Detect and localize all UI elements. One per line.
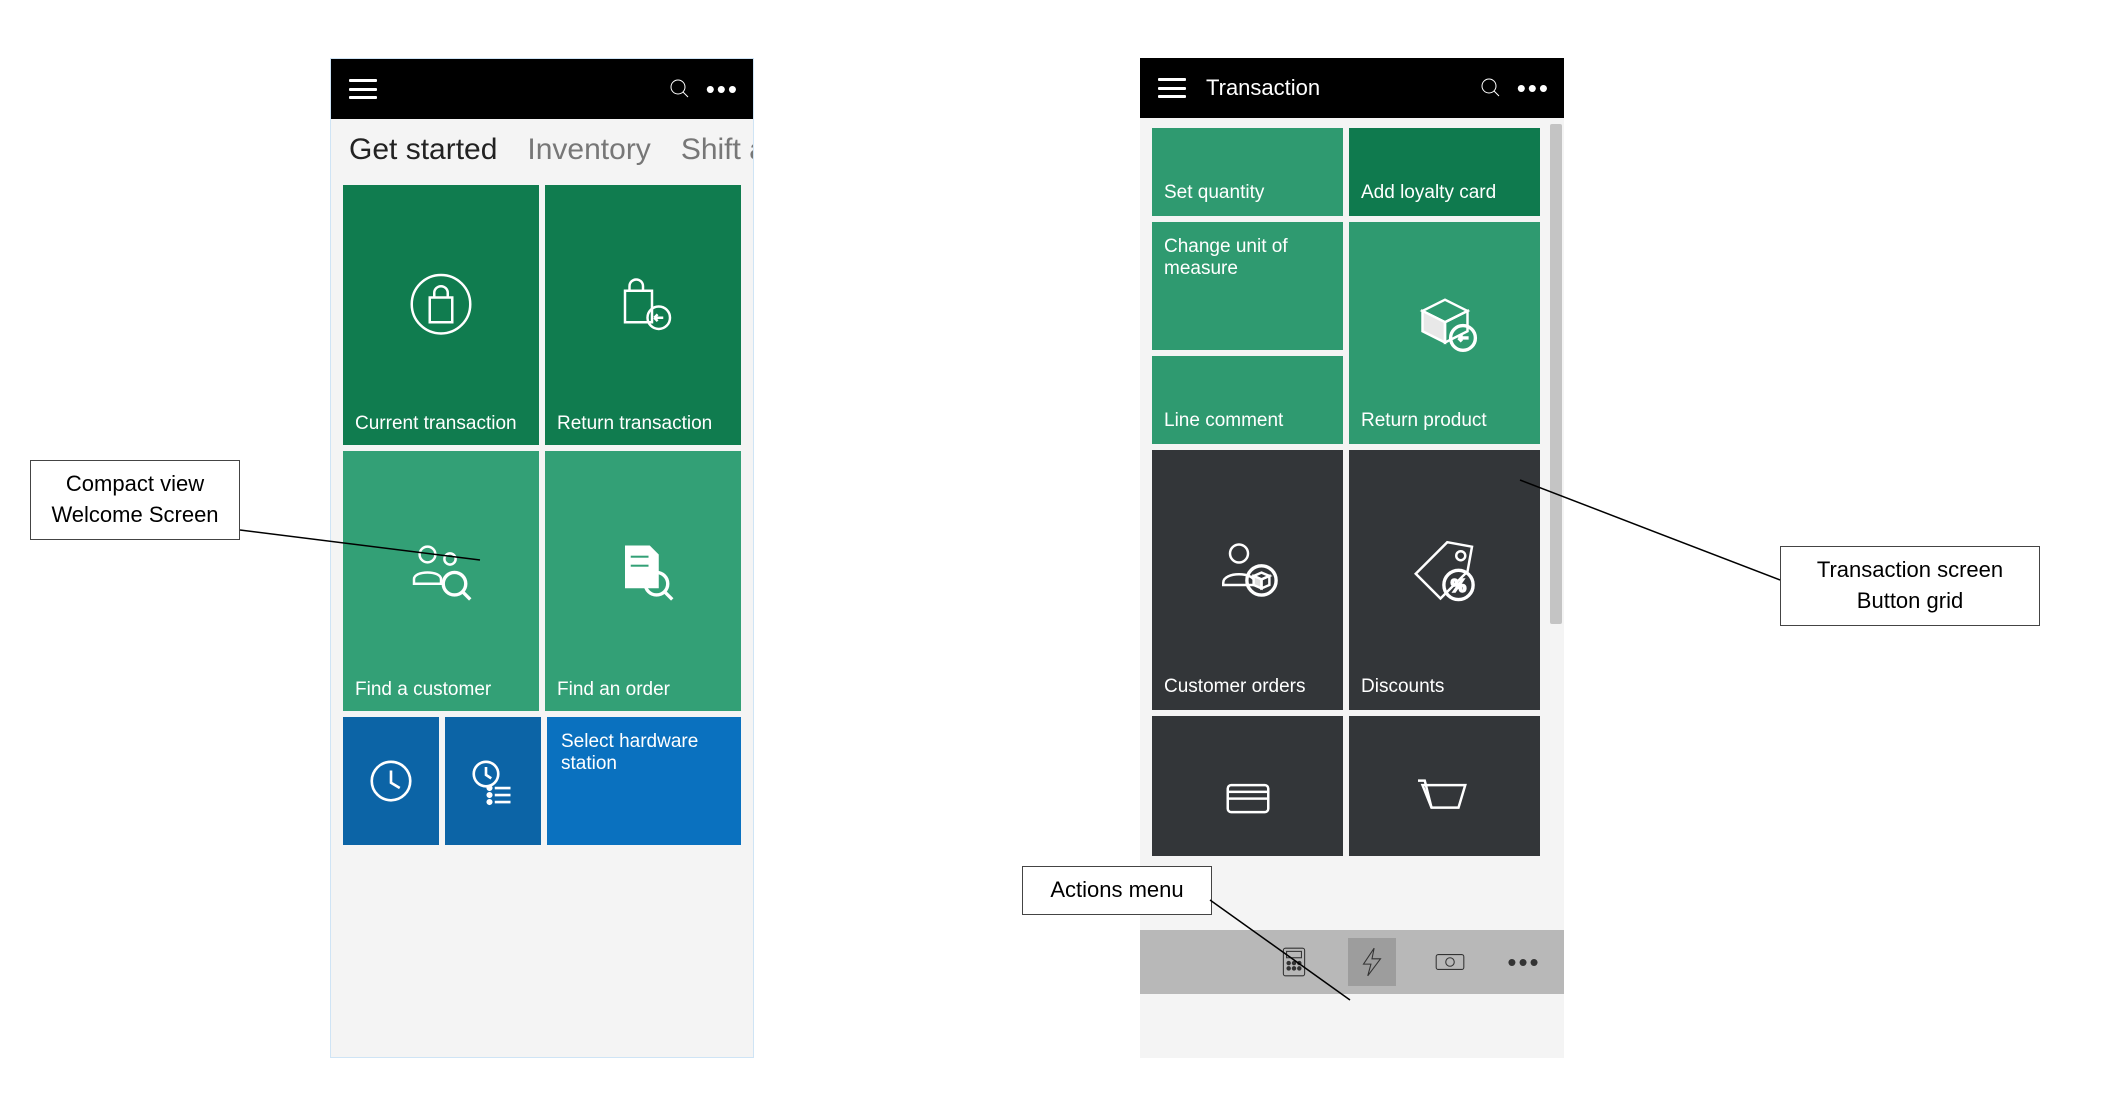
cart-icon (1409, 763, 1481, 841)
tile-set-quantity[interactable]: Set quantity (1152, 128, 1343, 216)
titlebar: Transaction ••• (1140, 58, 1564, 118)
tile-line-comment[interactable]: Line comment (1152, 356, 1343, 444)
tile-return-transaction[interactable]: Return transaction (545, 185, 741, 445)
tile-customer-orders[interactable]: Customer orders (1152, 450, 1343, 710)
tile-find-customer[interactable]: Find a customer (343, 451, 539, 711)
pivot-tab-get-started[interactable]: Get started (349, 133, 497, 167)
action-calculator[interactable] (1270, 938, 1318, 986)
annotation-welcome: Compact view Welcome Screen (30, 460, 240, 540)
tile-label: Discounts (1361, 676, 1528, 698)
tile-label: Return product (1361, 410, 1528, 432)
pivot-tab-shift[interactable]: Shift and (681, 133, 753, 167)
annotation-text: Transaction screen Button grid (1817, 557, 2003, 613)
tile-add-loyalty[interactable]: Add loyalty card (1349, 128, 1540, 216)
clock-list-icon (465, 753, 521, 809)
annotation-button-grid: Transaction screen Button grid (1780, 546, 2040, 626)
pivot-tabs: Get started Inventory Shift and (331, 119, 753, 185)
welcome-bottom-row: Select hardware station (331, 711, 753, 845)
document-search-icon (607, 534, 679, 612)
tile-current-transaction[interactable]: Current transaction (343, 185, 539, 445)
tile-label: Customer orders (1164, 676, 1331, 698)
people-search-icon (405, 534, 477, 612)
button-grid: Set quantity Add loyalty card Change uni… (1140, 118, 1546, 994)
tile-discounts[interactable]: % Discounts (1349, 450, 1540, 710)
tile-label: Current transaction (355, 413, 527, 435)
search-icon[interactable] (660, 69, 700, 109)
bag-circle-icon (405, 268, 477, 346)
scrollbar[interactable] (1550, 124, 1562, 624)
tile-label: Find a customer (355, 679, 527, 701)
calculator-icon (1277, 945, 1311, 979)
actions-menu: ••• (1140, 930, 1564, 994)
bag-return-icon (607, 268, 679, 346)
action-quick[interactable] (1348, 938, 1396, 986)
tile-select-hardware-station[interactable]: Select hardware station (547, 717, 741, 845)
tile-label: Return transaction (557, 413, 729, 435)
creditcard-icon (1212, 763, 1284, 841)
action-more-icon[interactable]: ••• (1504, 947, 1544, 978)
more-icon[interactable]: ••• (1517, 75, 1550, 101)
hamburger-icon[interactable] (1158, 78, 1186, 98)
tile-label: Find an order (557, 679, 729, 701)
tile-label: Line comment (1164, 410, 1283, 432)
box-return-icon (1409, 286, 1481, 364)
annotation-actions-menu: Actions menu (1022, 866, 1212, 915)
annotation-text: Actions menu (1050, 877, 1183, 902)
transaction-body: Set quantity Add loyalty card Change uni… (1140, 118, 1564, 994)
svg-text:%: % (1451, 576, 1466, 596)
tag-percent-icon: % (1409, 533, 1481, 611)
action-payment[interactable] (1426, 938, 1474, 986)
clock-icon (363, 753, 419, 809)
person-box-icon (1212, 533, 1284, 611)
welcome-tile-grid: Current transaction Return transaction F… (331, 185, 753, 711)
search-icon[interactable] (1471, 68, 1511, 108)
title: Transaction (1206, 75, 1471, 101)
tile-cart-partial[interactable] (1349, 716, 1540, 856)
lightning-icon (1355, 945, 1389, 979)
tile-label: Change unit of measure (1164, 236, 1331, 280)
more-icon[interactable]: ••• (706, 76, 739, 102)
pivot-tab-inventory[interactable]: Inventory (527, 133, 650, 167)
tile-card-partial[interactable] (1152, 716, 1343, 856)
cash-icon (1433, 945, 1467, 979)
hamburger-icon[interactable] (349, 79, 377, 99)
tile-clock-list[interactable] (445, 717, 541, 845)
tile-change-uom[interactable]: Change unit of measure (1152, 222, 1343, 350)
tile-label: Set quantity (1164, 182, 1264, 204)
tile-return-product[interactable]: Return product (1349, 222, 1540, 444)
annotation-text: Compact view Welcome Screen (51, 471, 218, 527)
tile-find-order[interactable]: Find an order (545, 451, 741, 711)
tile-label: Select hardware station (561, 731, 698, 774)
tile-clock[interactable] (343, 717, 439, 845)
tile-label: Add loyalty card (1361, 182, 1496, 204)
titlebar: ••• (331, 59, 753, 119)
welcome-screen: ••• Get started Inventory Shift and Curr… (330, 58, 754, 1058)
